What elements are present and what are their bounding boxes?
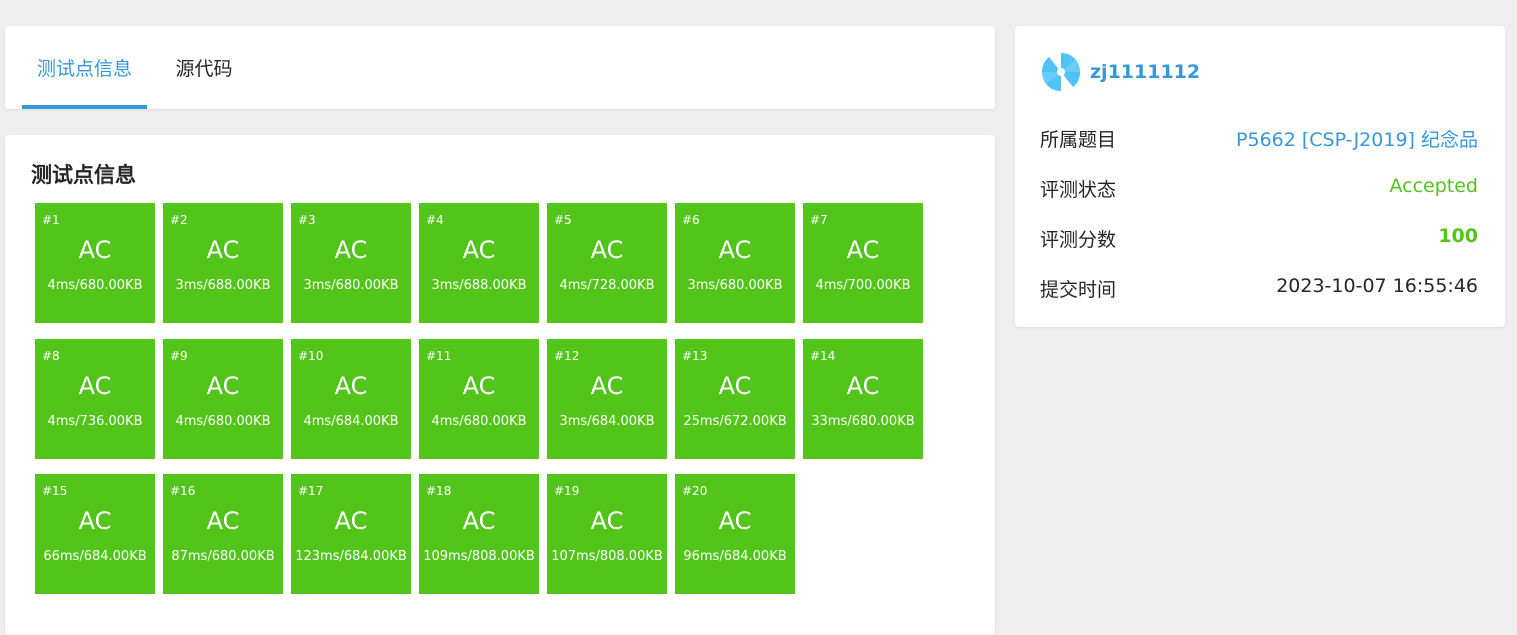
- testcase-id: #11: [426, 348, 452, 363]
- submission-info-panel: zj1111112 所属题目 P5662 [CSP-J2019] 纪念品 评测状…: [1015, 26, 1505, 327]
- testcase-usage: 87ms/680.00KB: [171, 549, 275, 564]
- testcase-box[interactable]: #4 AC 3ms/688.00KB: [419, 203, 539, 323]
- testcase-id: #7: [810, 213, 828, 227]
- testcase-box[interactable]: #10 AC 4ms/684.00KB: [291, 338, 411, 459]
- testcase-box[interactable]: #8 AC 4ms/736.00KB: [35, 338, 155, 459]
- testcase-box[interactable]: #14 AC 33ms/680.00KB: [803, 338, 923, 459]
- testcase-id: #13: [682, 348, 708, 363]
- testcase-status: AC: [718, 371, 752, 400]
- testcase-usage: 4ms/700.00KB: [815, 278, 911, 293]
- testcase-usage: 33ms/680.00KB: [811, 413, 915, 429]
- testcase-box[interactable]: #19 AC 107ms/808.00KB: [547, 474, 667, 594]
- status-value: Accepted: [1389, 175, 1478, 197]
- testcase-status: AC: [718, 507, 752, 535]
- testcase-id: #14: [810, 348, 836, 363]
- testcase-status: AC: [590, 236, 624, 264]
- testcase-id: #19: [554, 484, 580, 498]
- testcase-status: AC: [78, 236, 112, 264]
- testcase-status: AC: [462, 371, 496, 400]
- testcase-status: AC: [718, 236, 752, 264]
- tab-source-code[interactable]: 源代码: [165, 26, 243, 109]
- testcase-usage: 4ms/684.00KB: [303, 413, 399, 429]
- testcase-usage: 3ms/684.00KB: [559, 413, 655, 429]
- testcase-id: #6: [682, 213, 700, 227]
- testcase-id: #4: [426, 213, 444, 227]
- testcase-box[interactable]: #5 AC 4ms/728.00KB: [547, 203, 667, 323]
- testcase-id: #2: [170, 213, 188, 227]
- testcase-status: AC: [334, 507, 368, 535]
- testcase-id: #17: [298, 484, 324, 498]
- testcase-usage: 109ms/808.00KB: [423, 549, 535, 564]
- testcase-status: AC: [462, 507, 496, 535]
- score-value: 100: [1438, 225, 1478, 247]
- testcase-status: AC: [846, 236, 880, 264]
- testcase-id: #12: [554, 348, 580, 363]
- testcase-id: #15: [42, 484, 68, 498]
- testcase-usage: 4ms/680.00KB: [47, 278, 143, 293]
- testcase-usage: 107ms/808.00KB: [551, 549, 663, 564]
- testcase-panel-title: 测试点信息: [31, 163, 136, 187]
- testcase-status: AC: [206, 236, 240, 264]
- testcase-box[interactable]: #16 AC 87ms/680.00KB: [163, 474, 283, 594]
- testcase-status: AC: [462, 236, 496, 264]
- testcase-panel: 测试点信息 #1 AC 4ms/680.00KB #2 AC 3ms/688.00KB #3…: [5, 135, 995, 635]
- testcase-status: AC: [78, 371, 112, 400]
- testcase-box[interactable]: #9 AC 4ms/680.00KB: [163, 338, 283, 459]
- testcase-status: AC: [334, 236, 368, 264]
- testcase-box[interactable]: #2 AC 3ms/688.00KB: [163, 203, 283, 323]
- testcase-usage: 4ms/680.00KB: [175, 413, 271, 429]
- testcase-box[interactable]: #15 AC 66ms/684.00KB: [35, 474, 155, 594]
- testcase-id: #3: [298, 213, 316, 227]
- submit-time-value: 2023-10-07 16:55:46: [1276, 275, 1478, 297]
- testcase-box[interactable]: #3 AC 3ms/680.00KB: [291, 203, 411, 323]
- pinwheel-avatar-icon[interactable]: [1040, 51, 1082, 93]
- testcase-usage: 123ms/684.00KB: [295, 549, 407, 564]
- tab-bar: 测试点信息 源代码: [5, 26, 995, 109]
- testcase-box[interactable]: #1 AC 4ms/680.00KB: [35, 203, 155, 323]
- testcase-usage: 96ms/684.00KB: [683, 549, 787, 564]
- testcase-status: AC: [78, 507, 112, 535]
- testcase-status: AC: [334, 371, 368, 400]
- testcase-status: AC: [590, 507, 624, 535]
- testcase-box[interactable]: #13 AC 25ms/672.00KB: [675, 338, 795, 459]
- testcase-usage: 3ms/680.00KB: [303, 278, 399, 293]
- testcase-usage: 4ms/680.00KB: [431, 413, 527, 429]
- testcase-id: #18: [426, 484, 452, 498]
- testcase-usage: 4ms/736.00KB: [47, 413, 143, 429]
- testcase-box[interactable]: #12 AC 3ms/684.00KB: [547, 338, 667, 459]
- testcase-id: #16: [170, 484, 196, 498]
- testcase-box[interactable]: #11 AC 4ms/680.00KB: [419, 338, 539, 459]
- testcase-usage: 3ms/688.00KB: [175, 278, 271, 293]
- testcase-status: AC: [590, 371, 624, 400]
- testcase-usage: 3ms/688.00KB: [431, 278, 527, 293]
- problem-link[interactable]: P5662 [CSP-J2019] 纪念品: [1236, 125, 1478, 152]
- testcase-status: AC: [206, 507, 240, 535]
- testcase-id: #20: [682, 484, 708, 498]
- submit-time-label: 提交时间: [1040, 279, 1117, 301]
- testcase-usage: 25ms/672.00KB: [683, 413, 787, 429]
- testcase-box[interactable]: #7 AC 4ms/700.00KB: [803, 203, 923, 323]
- problem-label: 所属题目: [1040, 129, 1117, 151]
- testcase-status: AC: [206, 371, 240, 400]
- testcase-usage: 4ms/728.00KB: [559, 278, 655, 293]
- testcase-box[interactable]: #6 AC 3ms/680.00KB: [675, 203, 795, 323]
- testcase-usage: 3ms/680.00KB: [687, 278, 783, 293]
- testcase-box[interactable]: #20 AC 96ms/684.00KB: [675, 474, 795, 594]
- username-link[interactable]: zj1111112: [1090, 61, 1200, 83]
- testcase-id: #1: [42, 213, 60, 227]
- testcase-id: #5: [554, 213, 572, 227]
- testcase-status: AC: [846, 371, 880, 400]
- testcase-id: #8: [42, 348, 60, 363]
- testcase-id: #10: [298, 348, 324, 363]
- testcase-box[interactable]: #17 AC 123ms/684.00KB: [291, 474, 411, 594]
- status-label: 评测状态: [1040, 179, 1117, 201]
- testcase-id: #9: [170, 348, 188, 363]
- testcase-usage: 66ms/684.00KB: [43, 549, 147, 564]
- score-label: 评测分数: [1040, 229, 1117, 251]
- tab-testcase-info[interactable]: 测试点信息: [22, 26, 147, 109]
- testcase-box[interactable]: #18 AC 109ms/808.00KB: [419, 474, 539, 594]
